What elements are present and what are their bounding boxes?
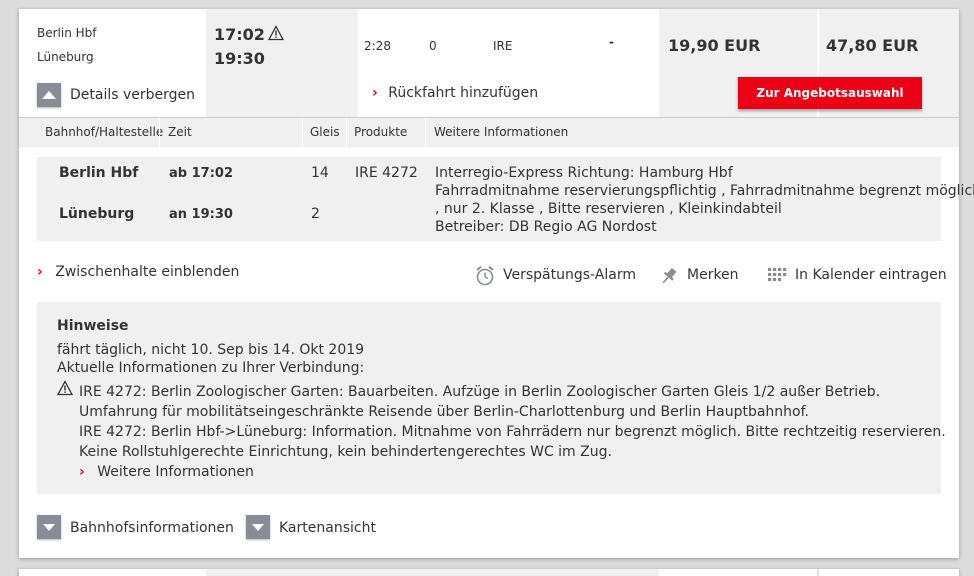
- chevron-up-icon: [37, 83, 61, 107]
- journey-dep-time: ab 17:02: [169, 166, 233, 181]
- details-table-header: Bahnhof/Haltestelle Zeit Gleis Produkte …: [19, 117, 959, 147]
- header-products: Produkte: [354, 125, 408, 139]
- return-trip-label: Rückfahrt hinzufügen: [388, 85, 539, 101]
- calendar-label: In Kalender eintragen: [795, 267, 947, 283]
- chevron-right-icon: ›: [79, 464, 85, 480]
- journey-info-line: Betreiber: DB Regio AG Nordost: [435, 219, 657, 235]
- more-info-label: Weitere Informationen: [97, 464, 254, 480]
- intermediate-stops-label: Zwischenhalte einblenden: [55, 264, 240, 280]
- station-info-toggle[interactable]: Bahnhofsinformationen: [37, 514, 234, 540]
- notes-message: IRE 4272: Berlin Hbf->Lüneburg: Informat…: [79, 424, 946, 440]
- header-track: Gleis: [310, 125, 340, 139]
- calendar-icon: [767, 267, 787, 283]
- changes-count: 0: [429, 39, 437, 53]
- header-station: Bahnhof/Haltestelle: [45, 125, 164, 139]
- header-time: Zeit: [168, 125, 192, 139]
- products-summary: IRE: [493, 39, 513, 53]
- offer-selection-button[interactable]: Zur Angebotsauswahl: [738, 77, 922, 109]
- map-view-label: Kartenansicht: [279, 520, 376, 536]
- notes-current-info: Aktuelle Informationen zu Ihrer Verbindu…: [57, 360, 365, 376]
- times-column: 17:02 19:30: [206, 9, 358, 117]
- journey-info-line: Interregio-Express Richtung: Hamburg Hbf: [435, 165, 733, 181]
- to-station: Lüneburg: [37, 50, 94, 64]
- notes-message: Keine Rollstuhlgerechte Einrichtung, kei…: [79, 444, 612, 460]
- chevron-right-icon: ›: [372, 85, 378, 101]
- price-block: 19,90 EUR 47,80 EUR Zur Angebotsauswahl: [659, 9, 959, 117]
- map-view-toggle[interactable]: Kartenansicht: [246, 514, 386, 540]
- details-toggle-label: Details verbergen: [70, 87, 196, 103]
- return-trip-link[interactable]: › Rückfahrt hinzufügen: [372, 85, 538, 101]
- journey-arr-station[interactable]: Lüneburg: [59, 206, 134, 222]
- delay-alarm-label: Verspätungs-Alarm: [503, 267, 636, 283]
- arrival-time: 19:30: [214, 49, 265, 68]
- notes-message: Umfahrung für mobilitätseingeschränkte R…: [79, 404, 809, 420]
- stations-column: Berlin Hbf Lüneburg Details verbergen: [19, 9, 206, 117]
- warning-icon[interactable]: [268, 25, 284, 41]
- bottom-links: Bahnhofsinformationen Kartenansicht: [19, 514, 959, 544]
- notes-message: IRE 4272: Berlin Zoologischer Garten: Ba…: [79, 384, 881, 400]
- from-station: Berlin Hbf: [37, 26, 97, 40]
- pin-icon: [659, 266, 679, 286]
- next-card-divider: [817, 569, 819, 576]
- notes-schedule: fährt täglich, nicht 10. Sep bis 14. Okt…: [57, 342, 365, 358]
- notes-title: Hinweise: [57, 318, 129, 334]
- journey-info-line: Fahrradmitnahme reservierungspflichtig ,…: [435, 183, 974, 199]
- journey-info-line: , nur 2. Klasse , Bitte reservieren , Kl…: [435, 201, 782, 217]
- price-first-class[interactable]: 47,80 EUR: [826, 36, 918, 55]
- duration: 2:28: [364, 39, 391, 53]
- journey-arr-track: 2: [311, 206, 320, 222]
- dash-marker: -: [609, 35, 614, 49]
- next-card-times-area: [206, 569, 659, 576]
- chevron-right-icon: ›: [37, 264, 43, 280]
- remember-label: Merken: [687, 267, 739, 283]
- journey-arr-time: an 19:30: [169, 207, 233, 222]
- notes-panel: Hinweise fährt täglich, nicht 10. Sep bi…: [37, 302, 946, 494]
- chevron-down-icon: [246, 515, 270, 539]
- journey-detail: Berlin Hbf ab 17:02 14 IRE 4272 Interreg…: [37, 157, 974, 241]
- journey-dep-station[interactable]: Berlin Hbf: [59, 165, 138, 181]
- chevron-down-icon: [37, 515, 61, 539]
- price-flex[interactable]: 19,90 EUR: [668, 36, 760, 55]
- next-connection-card[interactable]: [19, 569, 959, 576]
- station-info-label: Bahnhofsinformationen: [70, 520, 234, 536]
- connection-summary: 2:28 0 IRE - › Rückfahrt hinzufügen: [358, 9, 659, 117]
- warning-icon: [57, 380, 73, 396]
- journey-dep-track: 14: [311, 165, 329, 181]
- journey-train[interactable]: IRE 4272: [355, 165, 418, 181]
- alarm-clock-icon: [475, 265, 495, 287]
- departure-time: 17:02: [214, 25, 265, 44]
- more-info-link[interactable]: › Weitere Informationen: [79, 464, 254, 480]
- header-info: Weitere Informationen: [434, 125, 569, 139]
- connection-card: Berlin Hbf Lüneburg Details verbergen 17…: [19, 9, 974, 558]
- actions-row: › Zwischenhalte einblenden Verspätungs-A…: [19, 261, 959, 291]
- intermediate-stops-link[interactable]: › Zwischenhalte einblenden: [37, 264, 239, 280]
